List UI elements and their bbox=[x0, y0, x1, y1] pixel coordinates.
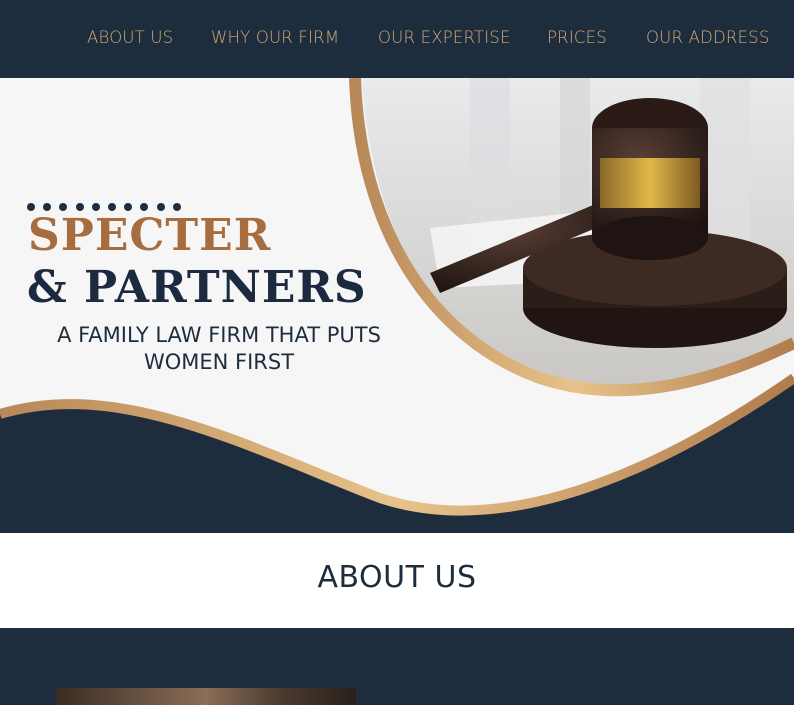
about-title: ABOUT US bbox=[317, 560, 477, 595]
nav-why-our-firm[interactable]: WHY OUR FIRM bbox=[211, 28, 339, 47]
nav-our-address[interactable]: OUR ADDRESS bbox=[646, 28, 770, 47]
nav-our-expertise[interactable]: OUR EXPERTISE bbox=[378, 28, 511, 47]
brand-name-line2: & PARTNERS bbox=[27, 262, 367, 313]
nav-about-us[interactable]: ABOUT US bbox=[87, 28, 173, 47]
nav-prices[interactable]: PRICES bbox=[547, 28, 607, 47]
top-navigation: ABOUT US WHY OUR FIRM OUR EXPERTISE PRIC… bbox=[0, 0, 794, 78]
brand-name-line1: SPECTER bbox=[28, 210, 272, 261]
hero-tagline: A FAMILY LAW FIRM THAT PUTS WOMEN FIRST bbox=[57, 323, 381, 374]
about-image bbox=[56, 688, 356, 705]
